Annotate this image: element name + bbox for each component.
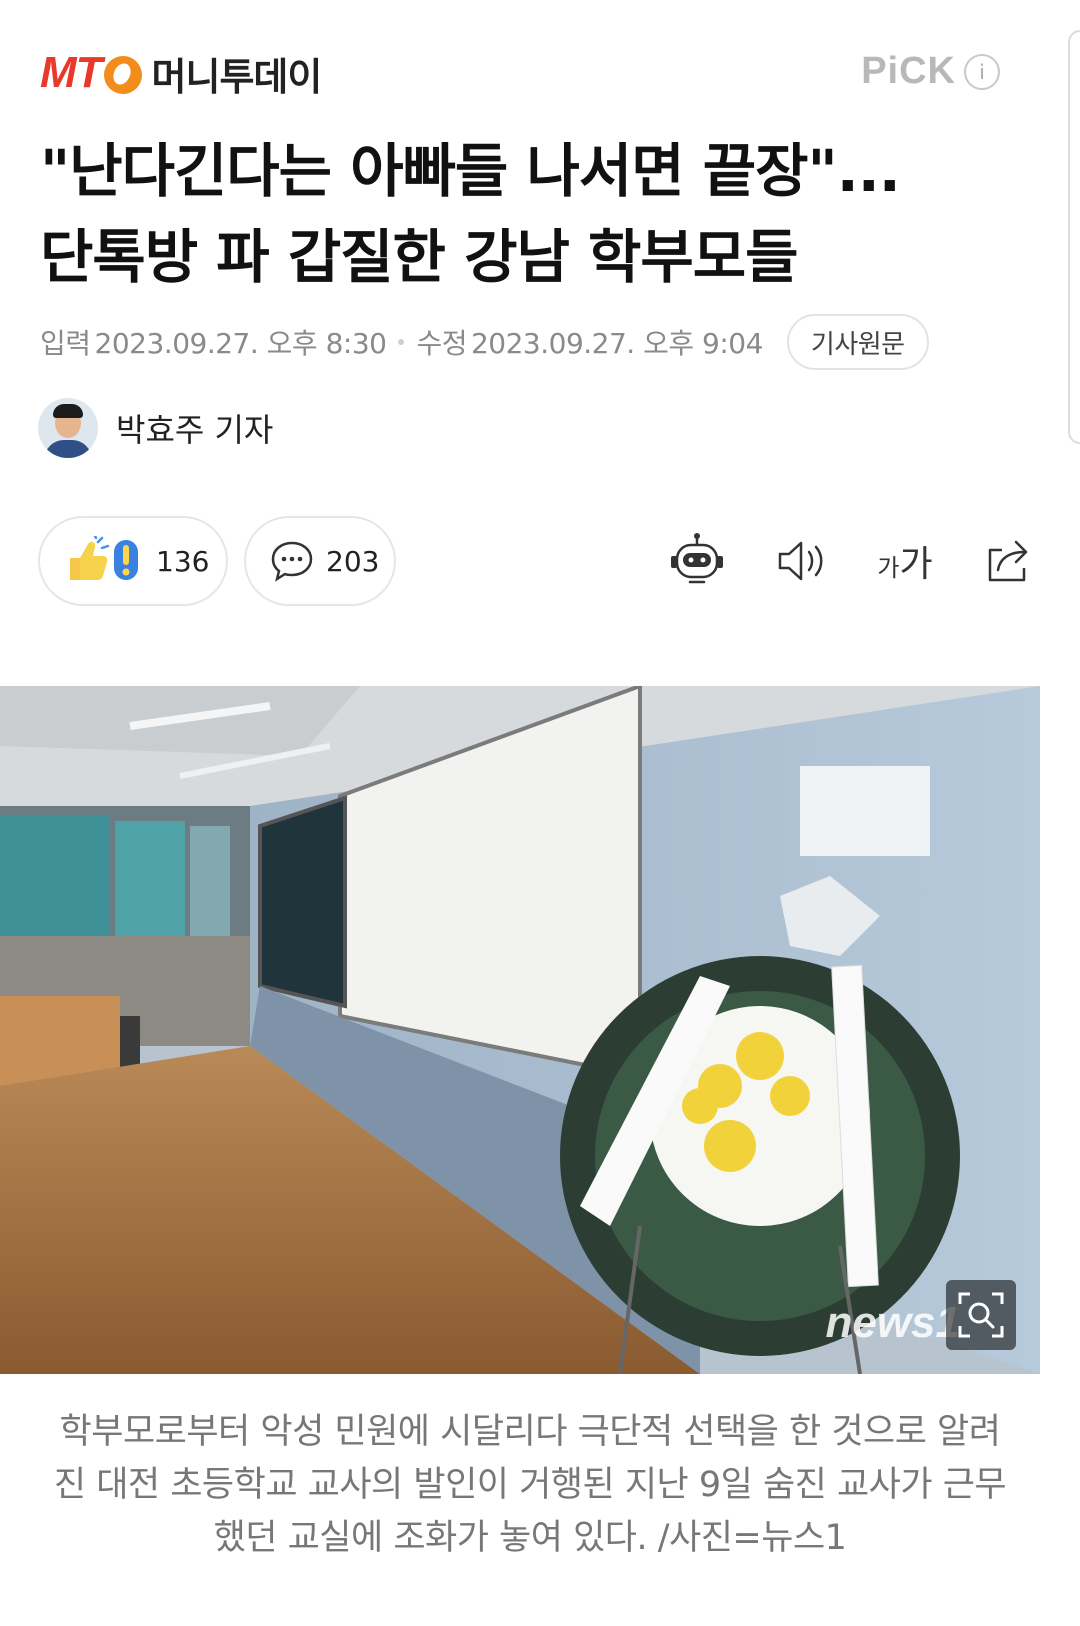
article-meta: 입력 2023.09.27. 오후 8:30 수정 2023.09.27. 오후… xyxy=(40,314,929,370)
logo-mt-text: MT xyxy=(40,48,103,97)
comment-count: 203 xyxy=(326,544,380,578)
logo-korean-text: 머니투데이 xyxy=(151,54,323,99)
like-button[interactable]: 136 xyxy=(38,516,228,606)
like-count: 136 xyxy=(156,544,210,578)
modified-date: 2023.09.27. 오후 9:04 xyxy=(470,327,763,360)
robot-summary-icon xyxy=(671,533,723,584)
classroom-photo xyxy=(0,686,1040,1374)
speaker-icon xyxy=(778,541,823,581)
article-tools: 가가 xyxy=(668,516,1038,606)
info-icon[interactable]: i xyxy=(964,53,1000,90)
robot-summary-button[interactable] xyxy=(668,532,726,590)
comment-icon xyxy=(271,541,313,582)
tts-button[interactable] xyxy=(772,532,830,590)
title-line-2: 단톡방 파 갑질한 강남 학부모들 xyxy=(40,223,798,291)
modified-label: 수정 xyxy=(416,327,467,360)
original-article-button[interactable]: 기사원문 xyxy=(786,314,929,370)
photo-watermark: news1 xyxy=(825,1298,960,1347)
logo-o-mark xyxy=(103,56,142,94)
reaction-toolbar: 136 203 가가 xyxy=(38,516,1038,608)
share-icon xyxy=(988,540,1028,582)
pick-badge[interactable]: PiCK i xyxy=(861,50,1000,93)
font-size-icon: 가가 xyxy=(877,544,933,585)
logo[interactable]: MT 머니투데이 xyxy=(40,48,323,99)
font-size-button[interactable]: 가가 xyxy=(876,532,934,590)
article-title: "난다긴다는 아빠들 나서면 끝장"... 단톡방 파 갑질한 강남 학부모들 xyxy=(40,128,1000,300)
photo-zoom-button[interactable] xyxy=(946,1280,1016,1350)
author-row[interactable]: 박효주 기자 xyxy=(38,398,273,458)
input-date: 2023.09.27. 오후 8:30 xyxy=(94,327,387,360)
share-button[interactable] xyxy=(980,532,1038,590)
comment-button[interactable]: 203 xyxy=(244,516,396,606)
side-panel-edge xyxy=(1068,30,1080,444)
input-label: 입력 xyxy=(40,327,91,360)
title-line-1: "난다긴다는 아빠들 나서면 끝장"... xyxy=(40,137,901,205)
reaction-emoji-icon xyxy=(70,536,138,580)
meta-separator xyxy=(398,339,405,345)
photo-caption: 학부모로부터 악성 민원에 시달리다 극단적 선택을 한 것으로 알려진 대전 … xyxy=(53,1412,1007,1558)
avatar xyxy=(38,398,98,458)
app-header: MT 머니투데이 PiCK i xyxy=(40,48,1040,99)
article-photo[interactable]: news1 xyxy=(0,686,1040,1374)
zoom-search-icon xyxy=(958,1292,1004,1338)
pick-label: PiCK xyxy=(861,50,956,92)
author-name: 박효주 기자 xyxy=(116,411,274,449)
